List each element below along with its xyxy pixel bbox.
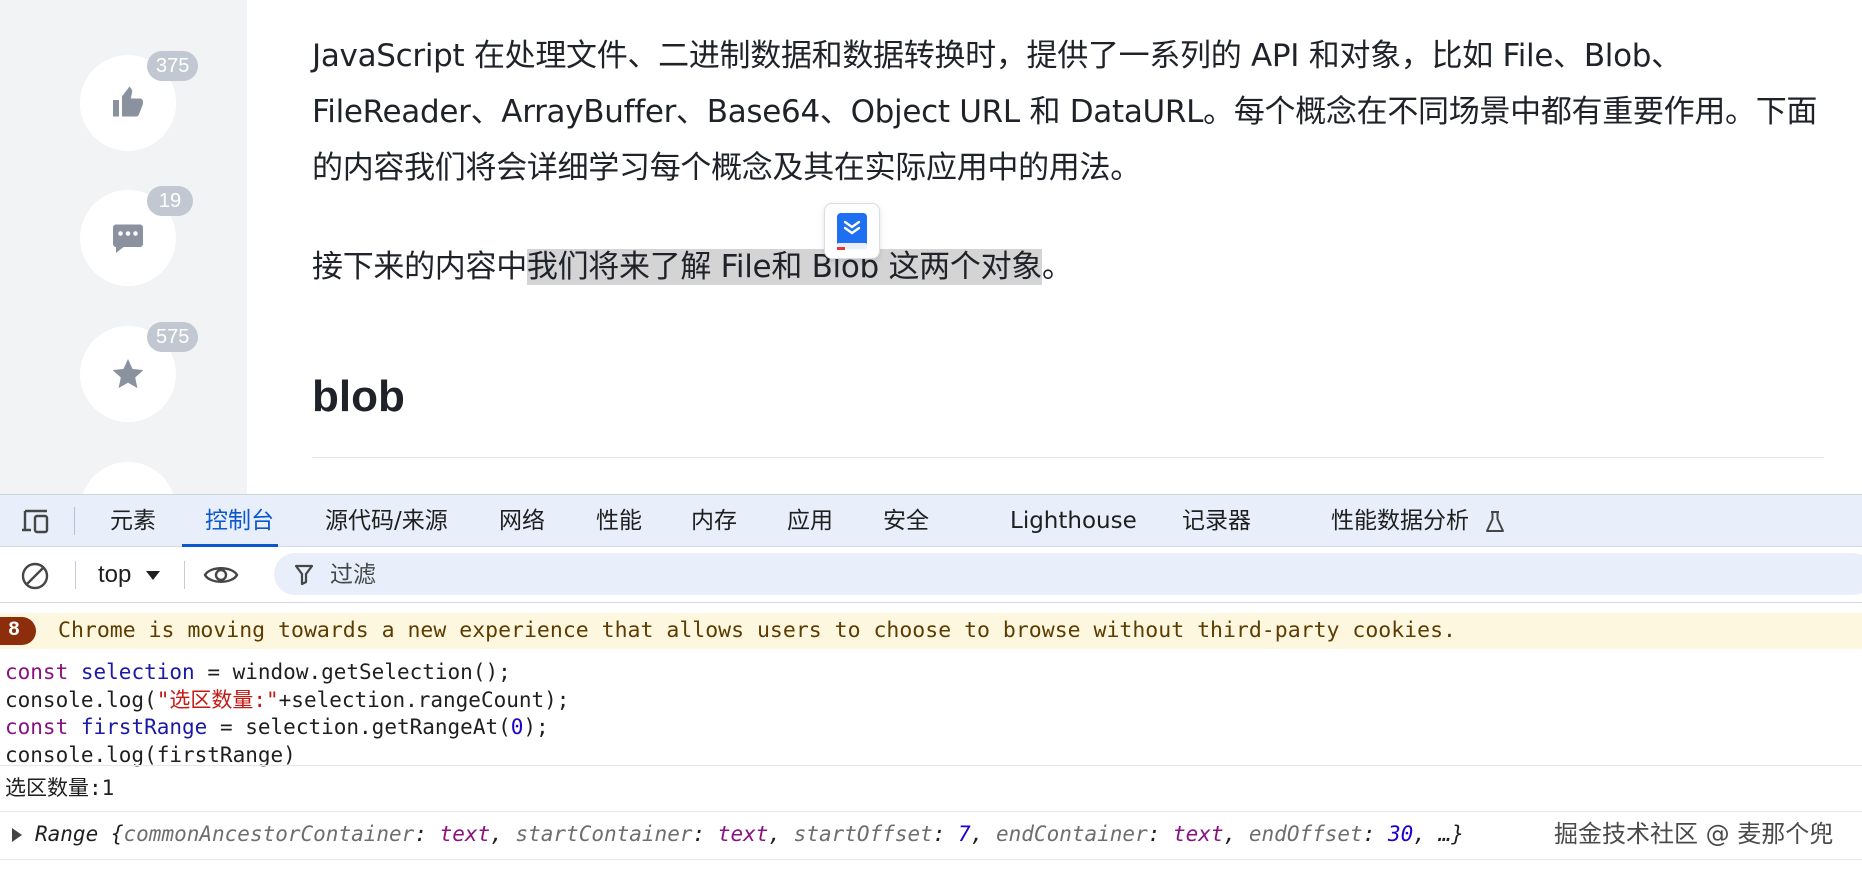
console-input-block: const selection = window.getSelection();…: [5, 659, 569, 769]
filter-placeholder: 过滤: [330, 562, 376, 588]
thumbs-up-icon: [113, 86, 143, 117]
object-property: commonAncestorContainer: [123, 822, 415, 846]
comment-icon: [113, 224, 143, 253]
object-property: startContainer: [515, 822, 693, 846]
comment-count-badge: 19: [147, 186, 193, 216]
tab-memory[interactable]: 内存: [691, 495, 737, 547]
filter-input[interactable]: [274, 553, 1862, 595]
star-icon: [112, 359, 144, 389]
object-ellipsis: …: [1438, 822, 1452, 846]
paragraph-text: 。: [1041, 249, 1073, 285]
context-selector[interactable]: top: [98, 547, 161, 603]
code-string: "选区数量:": [156, 687, 279, 712]
toolbar-separator: [75, 561, 76, 589]
object-value: 30: [1387, 822, 1414, 846]
paragraph-line: FileReader、ArrayBuffer、Base64、Object URL…: [312, 94, 1818, 130]
warning-count: 8: [8, 619, 21, 642]
warning-count-badge[interactable]: 8: [0, 617, 36, 645]
console-row-divider: [0, 765, 1862, 766]
code-text: +selection.rangeCount);: [278, 687, 570, 712]
third-party-cookie-warning[interactable]: 8 Chrome is moving towards a new experie…: [0, 613, 1862, 649]
object-value: text: [439, 822, 491, 846]
heading-divider: [312, 457, 1824, 458]
selected-paragraph: 接下来的内容中我们将来了解 File和 Blob 这两个对象。: [312, 239, 1073, 295]
code-text: console.log(firstRange): [5, 742, 296, 767]
eye-icon[interactable]: [203, 562, 239, 588]
code-text: = selection.getRangeAt(: [207, 715, 511, 739]
toolbar-separator: [184, 561, 185, 589]
experimental-flask-icon: [1486, 510, 1505, 532]
paragraph-line: JavaScript 在处理文件、二进制数据和数据转换时，提供了一系列的 API…: [312, 38, 1682, 74]
paragraph-line: 的内容我们将会详细学习每个概念及其在实际应用中的用法。: [312, 150, 1141, 186]
warning-message: Chrome is moving towards a new experienc…: [58, 618, 1456, 643]
expand-triangle-icon[interactable]: [12, 828, 22, 842]
code-text: );: [523, 715, 549, 739]
console-row-divider: [0, 859, 1862, 860]
object-value: text: [717, 822, 769, 846]
code-text: console.log(: [5, 687, 157, 712]
console-log-output: 选区数量:1: [5, 776, 115, 800]
like-count-badge: 375: [147, 51, 199, 81]
star-button[interactable]: 575: [80, 322, 199, 422]
chevron-down-icon: [146, 570, 161, 580]
code-keyword: const: [5, 660, 69, 684]
object-property: endContainer: [996, 822, 1148, 846]
tab-elements[interactable]: 元素: [110, 495, 156, 547]
tab-lighthouse[interactable]: Lighthouse: [1010, 495, 1137, 547]
paragraph-text: 接下来的内容中: [312, 249, 527, 285]
devtools-panel: 元素 控制台 源代码/来源 网络 性能 内存 应用 安全 Lighthouse …: [0, 494, 1862, 876]
object-value: text: [1173, 822, 1224, 846]
like-button[interactable]: 375: [80, 51, 199, 151]
tab-sources[interactable]: 源代码/来源: [325, 495, 448, 547]
clear-console-icon[interactable]: [20, 561, 50, 591]
code-text: = window.getSelection();: [194, 660, 511, 684]
code-keyword: const: [5, 715, 69, 739]
tab-recorder[interactable]: 记录器: [1182, 495, 1251, 547]
range-object-preview: Range {commonAncestorContainer: text, st…: [35, 822, 1464, 846]
code-variable: selection: [80, 660, 195, 684]
tab-console[interactable]: 控制台: [205, 495, 274, 547]
juejin-watermark: 掘金技术社区 @ 麦那个兜: [1550, 817, 1838, 851]
comment-button[interactable]: 19: [80, 186, 193, 286]
context-selector-label: top: [98, 561, 132, 588]
star-count-badge: 575: [147, 322, 199, 352]
code-number: 0: [510, 715, 524, 739]
device-toolbar-icon[interactable]: [20, 508, 52, 534]
code-variable: firstRange: [80, 715, 208, 739]
tab-performance[interactable]: 性能: [596, 495, 642, 547]
object-value: 7: [958, 822, 971, 846]
console-toolbar: top 过滤: [0, 547, 1862, 603]
console-row-divider: [0, 811, 1862, 812]
tab-network[interactable]: 网络: [499, 495, 545, 547]
tab-performance-insights-label: 性能数据分析: [1331, 508, 1469, 534]
object-class-name: Range: [35, 822, 99, 846]
tab-application[interactable]: 应用: [787, 495, 833, 547]
article-actions-rail: 375 19 575: [0, 0, 247, 558]
console-next-row: [0, 863, 1862, 876]
tab-separator: [74, 507, 75, 535]
object-property: endOffset: [1248, 822, 1363, 846]
tab-performance-insights[interactable]: 性能数据分析: [1331, 495, 1506, 547]
section-heading: blob: [312, 372, 405, 421]
text-selection: 我们将来了解 File和 Blob 这两个对象: [526, 249, 1042, 285]
devtools-tabbar: 元素 控制台 源代码/来源 网络 性能 内存 应用 安全 Lighthouse …: [0, 495, 1862, 547]
tab-security[interactable]: 安全: [883, 495, 929, 547]
bookmark-book-icon: [837, 213, 867, 250]
filter-icon: [294, 564, 314, 586]
object-property: startOffset: [793, 822, 933, 846]
bookmark-icon[interactable]: [824, 203, 880, 259]
